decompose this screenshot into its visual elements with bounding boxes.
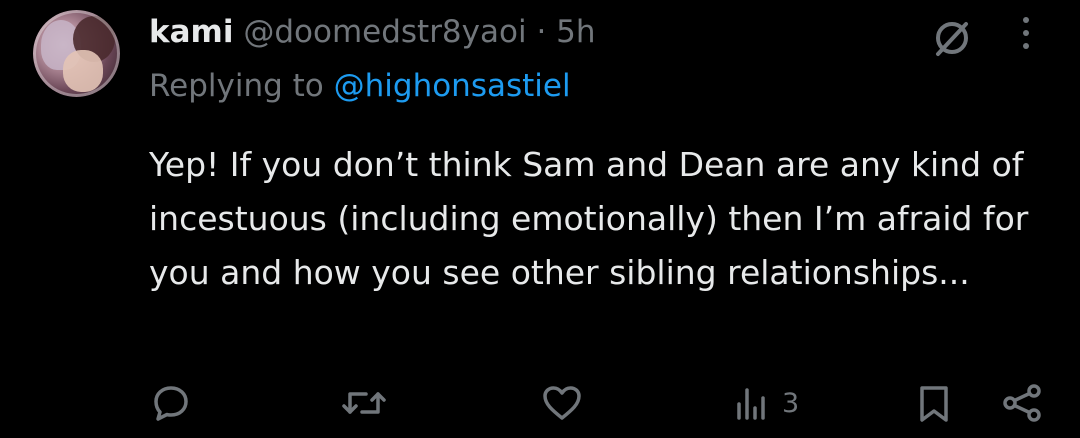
bookmark-icon — [914, 382, 954, 424]
share-button[interactable] — [1000, 378, 1044, 428]
reply-button[interactable] — [150, 378, 192, 428]
avatar[interactable] — [33, 10, 120, 97]
tweet[interactable]: kami @doomedstr8yaoi · 5h Replying to @h… — [0, 0, 1080, 438]
avatar-ring — [33, 10, 120, 97]
replying-prefix: Replying to — [149, 68, 334, 104]
header-separator: · — [536, 14, 547, 50]
more-vertical-icon[interactable] — [1018, 14, 1034, 54]
grok-icon[interactable] — [930, 16, 974, 60]
author-handle[interactable]: @doomedstr8yaoi — [243, 14, 526, 50]
replying-to-mention[interactable]: @highonsastiel — [334, 68, 571, 104]
tweet-header: kami @doomedstr8yaoi · 5h — [149, 12, 596, 52]
reply-icon — [150, 382, 192, 424]
like-button[interactable] — [540, 378, 584, 428]
action-bar: 3 — [0, 378, 1080, 428]
tweet-text: Yep! If you don’t think Sam and Dean are… — [149, 145, 1029, 292]
views-chart-icon — [734, 382, 770, 424]
replying-to-line: Replying to @highonsastiel — [149, 66, 571, 106]
bookmark-button[interactable] — [914, 378, 954, 428]
views-count: 3 — [782, 387, 800, 419]
views-button[interactable]: 3 — [734, 378, 799, 428]
heart-icon — [540, 382, 584, 424]
retweet-icon — [340, 382, 388, 424]
retweet-button[interactable] — [340, 378, 388, 428]
author-name[interactable]: kami — [149, 14, 233, 50]
share-icon — [1000, 382, 1044, 424]
timestamp[interactable]: 5h — [556, 14, 595, 50]
